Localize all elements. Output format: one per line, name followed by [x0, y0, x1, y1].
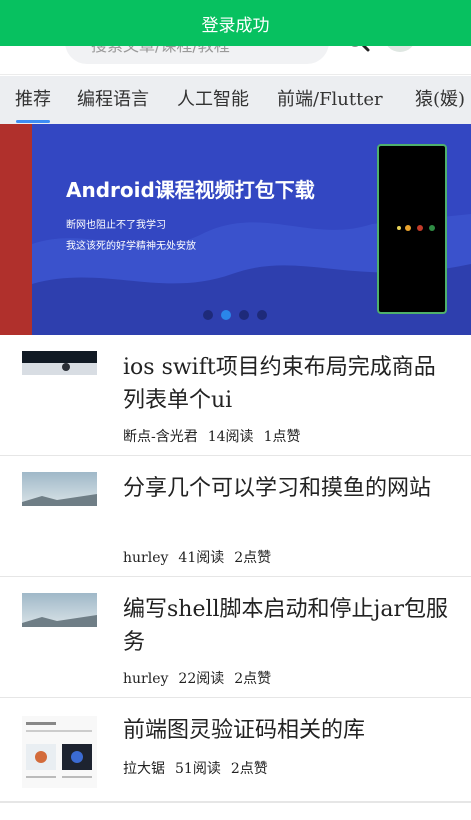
article-author[interactable]: 拉大锯: [123, 761, 165, 777]
article-likes: 1点赞: [263, 429, 301, 445]
article-author[interactable]: hurley: [123, 671, 168, 687]
article-thumbnail: [22, 472, 97, 506]
article-title[interactable]: 分享几个可以学习和摸鱼的网站: [123, 472, 453, 505]
article-reads: 41阅读: [178, 550, 225, 566]
article-reads: 22阅读: [178, 671, 225, 687]
article-thumbnail: [22, 593, 97, 627]
article-title[interactable]: ios swift项目约束布局完成商品列表单个ui: [123, 351, 453, 417]
phone-dot: [405, 225, 411, 231]
banner-subtitle-1: 断网也阻止不了我学习: [66, 220, 166, 231]
tab-ai[interactable]: 人工智能: [177, 76, 249, 124]
tab-yuan[interactable]: 猿(媛): [415, 76, 465, 124]
article-author[interactable]: 断点-含光君: [123, 429, 198, 445]
phone-mockup: [377, 144, 447, 314]
article-title[interactable]: 编写shell脚本启动和停止jar包服务: [123, 593, 453, 659]
tab-recommend[interactable]: 推荐: [15, 76, 51, 124]
tab-programming-languages[interactable]: 编程语言: [77, 76, 149, 124]
carousel-dot[interactable]: [239, 310, 249, 320]
banner-carousel[interactable]: Android课程视频打包下载 断网也阻止不了我学习 我这该死的好学精神无处安放: [0, 124, 471, 335]
banner-slide[interactable]: Android课程视频打包下载 断网也阻止不了我学习 我这该死的好学精神无处安放: [32, 124, 471, 335]
article-item[interactable]: ios swift项目约束布局完成商品列表单个ui 断点-含光君 14阅读 1点赞: [0, 335, 471, 456]
tab-active-indicator: [16, 120, 50, 123]
article-item[interactable]: 编写shell脚本启动和停止jar包服务 hurley 22阅读 2点赞: [0, 577, 471, 698]
article-author[interactable]: hurley: [123, 550, 168, 566]
article-reads: 14阅读: [207, 429, 254, 445]
article-item[interactable]: 前端图灵验证码相关的库 拉大锯 51阅读 2点赞: [0, 698, 471, 802]
carousel-dot[interactable]: [257, 310, 267, 320]
article-reads: 51阅读: [175, 761, 221, 777]
carousel-dot[interactable]: [203, 310, 213, 320]
article-meta: hurley 41阅读 2点赞: [123, 547, 281, 567]
article-thumbnail: [22, 351, 97, 375]
article-likes: 2点赞: [234, 671, 272, 687]
phone-dot: [417, 225, 423, 231]
banner-title: Android课程视频打包下载: [66, 178, 315, 202]
phone-dot: [397, 226, 401, 230]
category-tabs: 推荐 编程语言 人工智能 前端/Flutter 猿(媛): [0, 76, 471, 124]
article-likes: 2点赞: [234, 550, 272, 566]
article-meta: hurley 22阅读 2点赞: [123, 668, 281, 688]
banner-prev-slide-edge: [0, 124, 32, 335]
article-meta: 断点-含光君 14阅读 1点赞: [123, 426, 310, 446]
article-likes: 2点赞: [230, 761, 268, 777]
article-item[interactable]: 分享几个可以学习和摸鱼的网站 hurley 41阅读 2点赞: [0, 456, 471, 577]
login-success-toast: 登录成功: [0, 0, 471, 46]
list-divider: [0, 802, 471, 803]
article-meta: 拉大锯 51阅读 2点赞: [123, 758, 278, 778]
article-thumbnail: [22, 716, 97, 788]
carousel-dot-active[interactable]: [221, 310, 231, 320]
tab-frontend-flutter[interactable]: 前端/Flutter: [277, 76, 383, 124]
phone-dot: [429, 225, 435, 231]
banner-subtitle-2: 我这该死的好学精神无处安放: [66, 241, 196, 252]
article-title[interactable]: 前端图灵验证码相关的库: [123, 714, 453, 747]
